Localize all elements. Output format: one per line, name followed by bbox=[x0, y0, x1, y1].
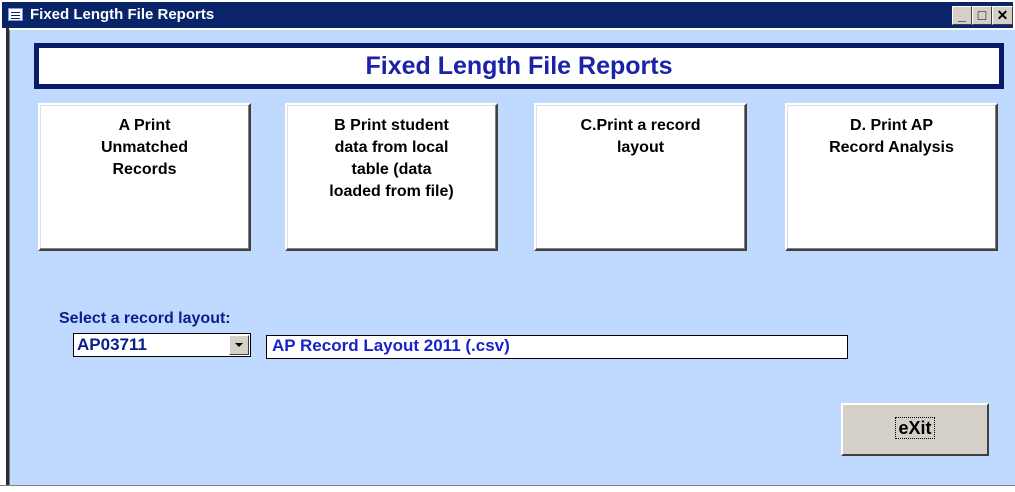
print-record-layout-label: C.Print a record layout bbox=[580, 117, 701, 156]
print-unmatched-label: A Print Unmatched Records bbox=[100, 117, 189, 178]
print-ap-record-analysis-button[interactable]: D. Print AP Record Analysis bbox=[785, 103, 998, 251]
form-client-area: Fixed Length File Reports A Print Unmatc… bbox=[9, 30, 1015, 485]
chevron-down-icon bbox=[235, 343, 243, 347]
print-student-data-label: B Print student data from local table (d… bbox=[329, 117, 454, 200]
exit-button[interactable]: eXit bbox=[841, 403, 989, 456]
print-ap-analysis-label: D. Print AP Record Analysis bbox=[829, 117, 954, 156]
window-bottom-edge bbox=[0, 485, 1015, 492]
app-window: Fixed Length File Reports _ □ ✕ Fixed Le… bbox=[0, 0, 1015, 492]
combobox-dropdown-button[interactable] bbox=[229, 335, 249, 355]
print-unmatched-records-button[interactable]: A Print Unmatched Records bbox=[38, 103, 251, 251]
select-record-layout-label: Select a record layout: bbox=[59, 310, 231, 327]
print-student-data-button[interactable]: B Print student data from local table (d… bbox=[285, 103, 498, 251]
exit-button-label: eXit bbox=[895, 417, 935, 439]
window-title: Fixed Length File Reports bbox=[30, 6, 215, 23]
form-icon bbox=[8, 8, 23, 21]
record-layout-selected-value: AP03711 bbox=[77, 335, 147, 354]
record-layout-description-field[interactable]: AP Record Layout 2011 (.csv) bbox=[266, 335, 848, 359]
print-record-layout-button[interactable]: C.Print a record layout bbox=[534, 103, 747, 251]
close-button[interactable]: ✕ bbox=[992, 6, 1013, 25]
title-bar[interactable]: Fixed Length File Reports _ □ ✕ bbox=[2, 2, 1013, 28]
maximize-button[interactable]: □ bbox=[972, 6, 992, 25]
record-layout-combobox[interactable]: AP03711 bbox=[73, 333, 251, 357]
form-header-banner: Fixed Length File Reports bbox=[34, 43, 1004, 89]
minimize-button[interactable]: _ bbox=[952, 6, 972, 25]
window-left-edge bbox=[0, 28, 9, 485]
